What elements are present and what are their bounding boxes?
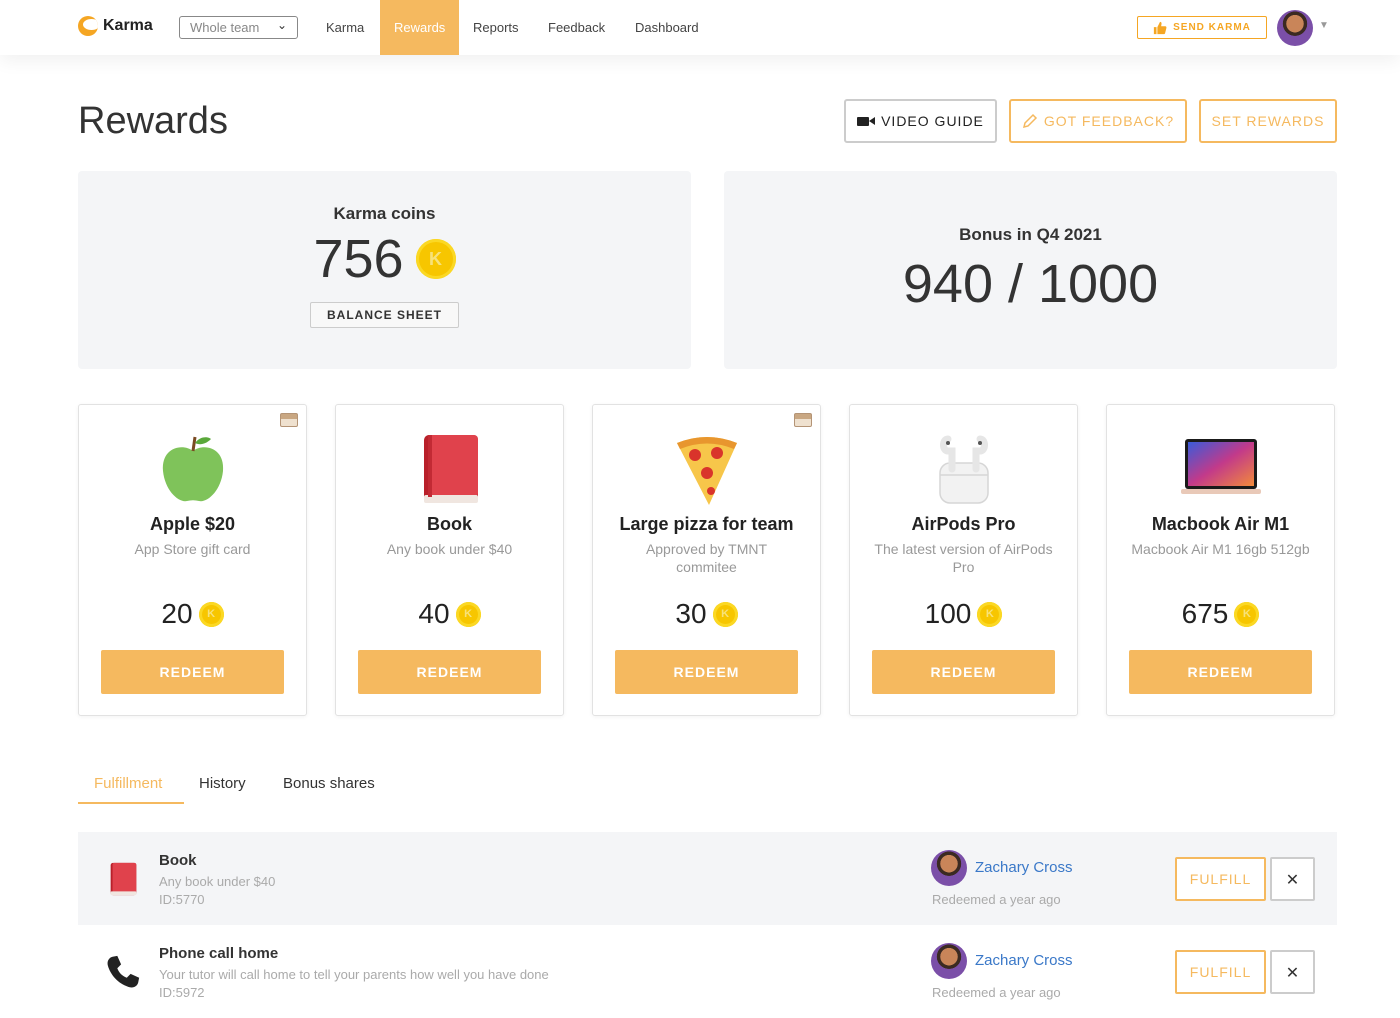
reward-card-book: Book Any book under $40 40 K REDEEM bbox=[335, 404, 564, 716]
reward-price: 40 bbox=[418, 598, 450, 629]
nav-karma[interactable]: Karma bbox=[326, 0, 364, 55]
redeemed-time: Redeemed a year ago bbox=[932, 985, 1061, 1000]
reward-card-macbook: Macbook Air M1 Macbook Air M1 16gb 512gb… bbox=[1106, 404, 1335, 716]
karma-logo-icon bbox=[78, 16, 98, 36]
calendar-flag-icon[interactable] bbox=[794, 413, 812, 427]
tab-fulfillment[interactable]: Fulfillment bbox=[94, 775, 162, 792]
laptop-icon bbox=[1180, 439, 1261, 494]
user-link[interactable]: Zachary Cross bbox=[975, 952, 1073, 969]
list-item: Book Any book under $40 ID:5770 Zachary … bbox=[78, 832, 1337, 925]
item-id: ID:5972 bbox=[159, 985, 205, 1000]
page-title: Rewards bbox=[78, 100, 228, 142]
top-navbar: Karma Whole team ⌄ Karma Rewards Reports… bbox=[0, 0, 1400, 55]
fulfill-button[interactable]: FULFILL bbox=[1175, 857, 1266, 901]
karma-coin-icon: K bbox=[455, 601, 481, 627]
pizza-icon bbox=[676, 437, 737, 505]
nav-feedback[interactable]: Feedback bbox=[548, 0, 605, 55]
reward-description: Macbook Air M1 16gb 512gb bbox=[1131, 541, 1310, 557]
video-camera-icon bbox=[857, 116, 876, 126]
bonus-panel: Bonus in Q4 2021 940 / 1000 bbox=[724, 171, 1337, 369]
app-name: Karma bbox=[103, 17, 153, 34]
balance-sheet-button[interactable]: BALANCE SHEET bbox=[309, 302, 459, 328]
bonus-label: Bonus in Q4 2021 bbox=[959, 225, 1102, 244]
fulfill-button[interactable]: FULFILL bbox=[1175, 950, 1266, 994]
reward-card-airpods: AirPods Pro The latest version of AirPod… bbox=[849, 404, 1078, 716]
reward-price: 100 bbox=[924, 598, 972, 629]
send-karma-button[interactable]: SEND KARMA bbox=[1137, 16, 1267, 39]
reward-price: 20 bbox=[161, 598, 193, 629]
reward-title: AirPods Pro bbox=[911, 514, 1016, 534]
nav-rewards[interactable]: Rewards bbox=[380, 0, 460, 55]
redeem-button[interactable]: REDEEM bbox=[358, 650, 541, 694]
reward-description: Approved by TMNT commitee bbox=[645, 541, 768, 575]
redeem-button[interactable]: REDEEM bbox=[615, 650, 798, 694]
karma-logo[interactable]: Karma bbox=[78, 16, 153, 36]
reward-price: 30 bbox=[675, 598, 707, 629]
nav-dashboard[interactable]: Dashboard bbox=[635, 0, 699, 55]
team-select-value: Whole team bbox=[190, 20, 260, 35]
item-description: Your tutor will call home to tell your p… bbox=[159, 967, 549, 982]
reward-description: The latest version of AirPods Pro bbox=[874, 541, 1053, 575]
karma-coin-icon: K bbox=[712, 601, 738, 627]
got-feedback-button[interactable]: GOT FEEDBACK? bbox=[1009, 99, 1187, 143]
user-link[interactable]: Zachary Cross bbox=[975, 859, 1073, 876]
item-id: ID:5770 bbox=[159, 892, 205, 907]
item-title: Book bbox=[159, 852, 197, 869]
set-rewards-button[interactable]: SET REWARDS bbox=[1199, 99, 1337, 143]
got-feedback-label: GOT FEEDBACK? bbox=[1043, 113, 1175, 129]
user-avatar[interactable] bbox=[1277, 10, 1313, 46]
redeem-button[interactable]: REDEEM bbox=[872, 650, 1055, 694]
chevron-down-icon: ⌄ bbox=[276, 18, 287, 32]
reward-description: App Store gift card bbox=[134, 541, 251, 557]
video-guide-label: VIDEO GUIDE bbox=[881, 113, 984, 129]
caret-down-icon[interactable]: ▼ bbox=[1319, 20, 1329, 31]
reward-price: 675 bbox=[1181, 598, 1229, 629]
book-icon bbox=[423, 435, 478, 503]
redeemed-time: Redeemed a year ago bbox=[932, 892, 1061, 907]
avatar bbox=[931, 850, 967, 886]
close-icon[interactable]: ✕ bbox=[1270, 950, 1315, 994]
book-icon bbox=[110, 862, 137, 896]
reward-title: Book bbox=[427, 514, 472, 534]
redeem-button[interactable]: REDEEM bbox=[1129, 650, 1312, 694]
send-karma-label: SEND KARMA bbox=[1173, 22, 1251, 33]
team-select[interactable]: Whole team ⌄ bbox=[179, 16, 298, 39]
karma-coins-label: Karma coins bbox=[333, 204, 436, 223]
pencil-icon bbox=[1022, 113, 1037, 129]
karma-coins-panel: Karma coins 756 K BALANCE SHEET bbox=[78, 171, 691, 369]
item-title: Phone call home bbox=[159, 945, 279, 962]
karma-coin-icon: K bbox=[1234, 601, 1260, 627]
karma-coin-icon: K bbox=[977, 601, 1003, 627]
karma-coin-icon: K bbox=[415, 239, 456, 279]
reward-title: Macbook Air M1 bbox=[1151, 514, 1290, 534]
reward-title: Large pizza for team bbox=[619, 514, 794, 534]
reward-card-pizza: Large pizza for team Approved by TMNT co… bbox=[592, 404, 821, 716]
redeem-button[interactable]: REDEEM bbox=[101, 650, 284, 694]
bonus-value: 940 / 1000 bbox=[902, 254, 1159, 314]
tab-history[interactable]: History bbox=[199, 775, 246, 792]
list-item: Phone call home Your tutor will call hom… bbox=[78, 925, 1337, 1018]
close-icon[interactable]: ✕ bbox=[1270, 857, 1315, 901]
nav-reports[interactable]: Reports bbox=[473, 0, 519, 55]
apple-icon bbox=[162, 436, 223, 502]
karma-coin-icon: K bbox=[198, 601, 224, 627]
video-guide-button[interactable]: VIDEO GUIDE bbox=[844, 99, 997, 143]
thumbs-up-icon bbox=[1153, 21, 1167, 34]
item-description: Any book under $40 bbox=[159, 874, 276, 889]
active-tab-indicator bbox=[78, 802, 184, 804]
avatar bbox=[931, 943, 967, 979]
phone-icon bbox=[107, 955, 140, 988]
reward-description: Any book under $40 bbox=[386, 541, 513, 557]
karma-coins-value: 756 bbox=[313, 229, 404, 289]
tab-bonus-shares[interactable]: Bonus shares bbox=[283, 775, 375, 792]
airpods-icon bbox=[938, 435, 989, 504]
calendar-flag-icon[interactable] bbox=[280, 413, 298, 427]
reward-title: Apple $20 bbox=[149, 514, 236, 534]
reward-card-apple: Apple $20 App Store gift card 20 K REDEE… bbox=[78, 404, 307, 716]
